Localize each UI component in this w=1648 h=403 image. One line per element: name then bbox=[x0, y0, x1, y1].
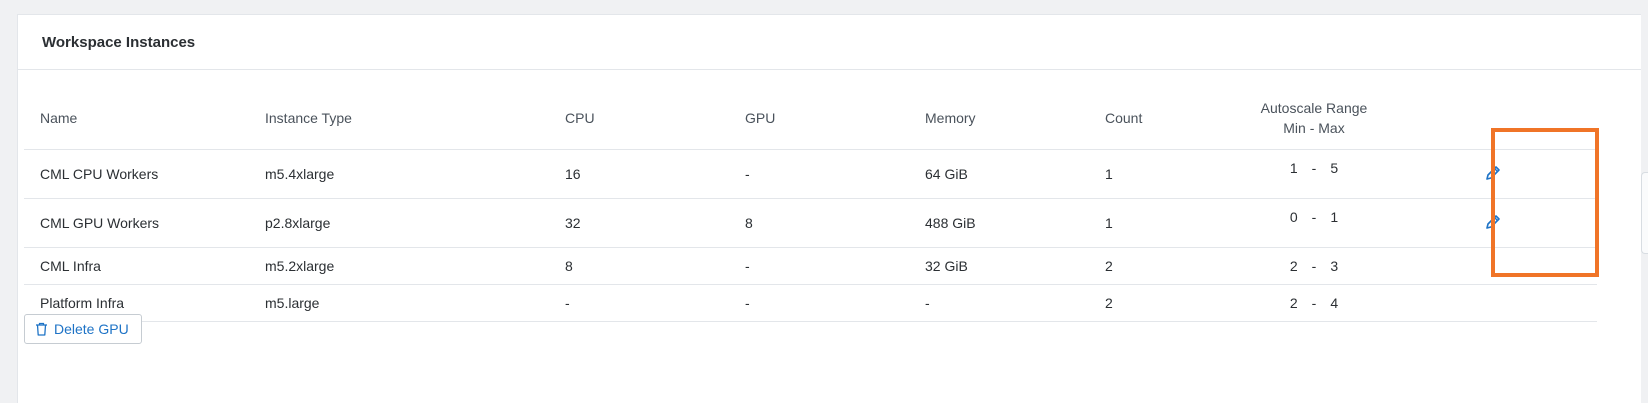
column-header-cpu: CPU bbox=[549, 86, 729, 150]
cell-memory: 488 GiB bbox=[909, 198, 1089, 248]
range-separator: - bbox=[1311, 160, 1317, 176]
panel-header: Workspace Instances bbox=[18, 15, 1641, 70]
cell-autoscale-range: 2 - 4 bbox=[1239, 284, 1389, 322]
cell-cpu: 8 bbox=[549, 247, 729, 285]
range-min: 2 bbox=[1289, 258, 1298, 274]
column-header-instance-type: Instance Type bbox=[249, 86, 549, 150]
cell-gpu: - bbox=[729, 247, 909, 285]
range-separator: - bbox=[1311, 209, 1317, 225]
table-row: CML Infra m5.2xlarge 8 - 32 GiB 2 2 - 3 bbox=[24, 247, 1597, 285]
cell-name: CML Infra bbox=[24, 247, 249, 285]
cell-name: CML CPU Workers bbox=[24, 149, 249, 199]
cell-autoscale-range: 1 - 5 bbox=[1239, 149, 1389, 199]
cell-actions bbox=[1389, 149, 1597, 199]
autoscale-header-line2: Min - Max bbox=[1283, 119, 1345, 136]
column-header-name: Name bbox=[24, 86, 249, 150]
cell-instance-type: m5.4xlarge bbox=[249, 149, 549, 199]
table-row: Platform Infra m5.large - - - 2 2 - 4 bbox=[24, 284, 1597, 322]
pencil-icon[interactable] bbox=[1482, 211, 1504, 233]
delete-gpu-button[interactable]: Delete GPU bbox=[24, 314, 142, 344]
cell-autoscale-range: 0 - 1 bbox=[1239, 198, 1389, 248]
range-separator: - bbox=[1311, 295, 1317, 311]
cell-cpu: - bbox=[549, 284, 729, 322]
cell-instance-type: m5.large bbox=[249, 284, 549, 322]
column-header-autoscale: Autoscale Range Min - Max bbox=[1239, 86, 1389, 150]
range-min: 2 bbox=[1289, 295, 1298, 311]
cell-count: 1 bbox=[1089, 149, 1239, 199]
range-max: 5 bbox=[1330, 160, 1339, 176]
cell-name: CML GPU Workers bbox=[24, 198, 249, 248]
cell-actions bbox=[1389, 247, 1597, 285]
range-min: 1 bbox=[1289, 160, 1298, 176]
autoscale-header-line1: Autoscale Range bbox=[1260, 99, 1368, 116]
edit-autoscale-button[interactable] bbox=[1482, 162, 1504, 184]
cell-instance-type: p2.8xlarge bbox=[249, 198, 549, 248]
side-panel-handle[interactable] bbox=[1641, 172, 1648, 254]
table-row: CML CPU Workers m5.4xlarge 16 - 64 GiB 1… bbox=[24, 149, 1597, 199]
cell-actions bbox=[1389, 284, 1597, 322]
cell-instance-type: m5.2xlarge bbox=[249, 247, 549, 285]
cell-autoscale-range: 2 - 3 bbox=[1239, 247, 1389, 285]
cell-memory: 64 GiB bbox=[909, 149, 1089, 199]
cell-cpu: 32 bbox=[549, 198, 729, 248]
table-row: CML GPU Workers p2.8xlarge 32 8 488 GiB … bbox=[24, 198, 1597, 248]
delete-gpu-label: Delete GPU bbox=[54, 321, 129, 337]
cell-count: 1 bbox=[1089, 198, 1239, 248]
cell-gpu: - bbox=[729, 149, 909, 199]
cell-count: 2 bbox=[1089, 284, 1239, 322]
edit-autoscale-button[interactable] bbox=[1482, 211, 1504, 233]
instances-table: Name Instance Type CPU GPU Memory Count … bbox=[24, 86, 1597, 322]
table-header-row: Name Instance Type CPU GPU Memory Count … bbox=[24, 86, 1597, 150]
column-header-actions bbox=[1389, 86, 1597, 150]
pencil-icon[interactable] bbox=[1482, 162, 1504, 184]
cell-count: 2 bbox=[1089, 247, 1239, 285]
column-header-gpu: GPU bbox=[729, 86, 909, 150]
cell-cpu: 16 bbox=[549, 149, 729, 199]
range-separator: - bbox=[1311, 258, 1317, 274]
trash-icon bbox=[36, 322, 47, 336]
panel-title: Workspace Instances bbox=[42, 33, 196, 51]
range-max: 1 bbox=[1330, 209, 1339, 225]
cell-memory: - bbox=[909, 284, 1089, 322]
range-max: 3 bbox=[1330, 258, 1339, 274]
cell-actions bbox=[1389, 198, 1597, 248]
column-header-memory: Memory bbox=[909, 86, 1089, 150]
cell-memory: 32 GiB bbox=[909, 247, 1089, 285]
cell-gpu: - bbox=[729, 284, 909, 322]
column-header-count: Count bbox=[1089, 86, 1239, 150]
cell-gpu: 8 bbox=[729, 198, 909, 248]
range-min: 0 bbox=[1289, 209, 1298, 225]
range-max: 4 bbox=[1330, 295, 1339, 311]
